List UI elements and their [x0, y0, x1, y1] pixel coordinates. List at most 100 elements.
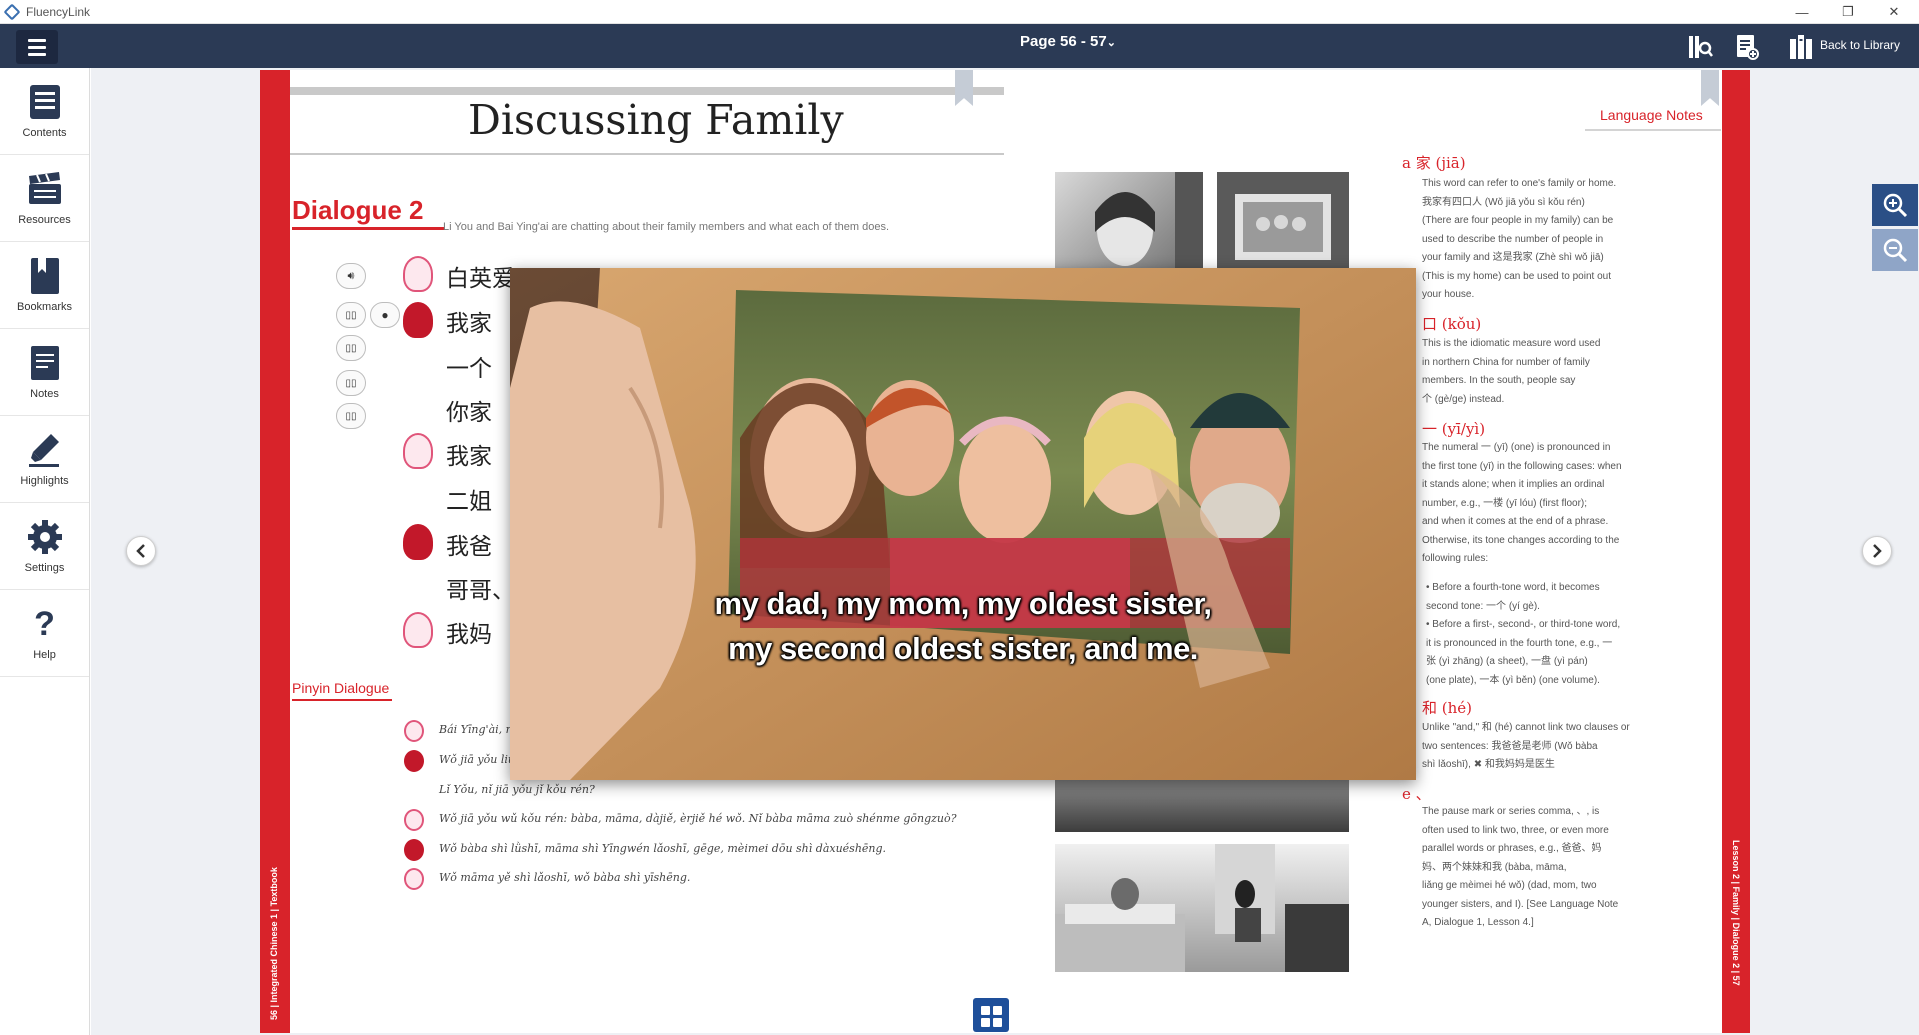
zoom-out-button[interactable] — [1872, 229, 1918, 271]
dialogue-line: 我妈 — [446, 622, 492, 648]
pinyin-line: Wǒ bàba shì lǜshī, māma shì Yīngwén lǎos… — [439, 842, 887, 855]
window-titlebar: FluencyLink — ❐ ✕ — [0, 0, 1919, 24]
dialogue-line: 二姐 — [446, 489, 492, 515]
speaker-icon: 🔊︎ — [347, 269, 355, 282]
search-book-icon — [1689, 36, 1713, 58]
page-grid-button[interactable] — [973, 998, 1009, 1032]
note-heading: e 、 — [1402, 785, 1431, 803]
toggle-text-button-1[interactable]: ▯▯ — [336, 302, 366, 328]
pinyin-line: Lǐ Yǒu, nǐ jiā yǒu jǐ kǒu rén? — [439, 783, 595, 796]
note-heading: a 家 (jiā) — [1402, 154, 1466, 172]
note-text: The numeral 一 (yī) (one) is pronounced i… — [1422, 442, 1622, 564]
note-heading: 口 (kǒu) — [1422, 315, 1482, 333]
toggle-text-button-3[interactable]: ▯▯ — [336, 370, 366, 396]
note-text: The pause mark or series comma, 、, is oft… — [1422, 806, 1619, 928]
note-heading: 和 (hé) — [1422, 699, 1473, 717]
library-icon-button[interactable] — [1782, 30, 1822, 64]
right-strip-text: Lesson 2 | Family | Dialogue 2 | 57 — [1731, 840, 1741, 986]
photo-frame — [1217, 172, 1349, 272]
video-player[interactable]: my dad, my mom, my oldest sister, my sec… — [510, 268, 1416, 780]
dialogue-line: 我家 — [446, 311, 492, 337]
dialogue-line: 我爸 — [446, 534, 492, 560]
book-icon: ▯▯ — [345, 410, 357, 422]
book-icon: ▯▯ — [345, 377, 357, 389]
pinyin-title-underline — [292, 699, 392, 701]
window-title: FluencyLink — [26, 4, 91, 19]
dialogue-line: 哥哥、 — [446, 578, 515, 604]
maximize-button[interactable]: ❐ — [1825, 0, 1871, 24]
note-icon — [27, 344, 63, 382]
page-indicator-label: Page 56 - 57 — [1020, 33, 1107, 50]
title-rule — [290, 153, 1004, 155]
top-toolbar: Page 56 - 57⌄ Back to Library — [0, 24, 1919, 68]
pinyin-line: Wǒ māma yě shì lǎoshī, wǒ bàba shì yīshē… — [439, 871, 691, 884]
dialogue-description: Li You and Bai Ying'ai are chatting abou… — [443, 221, 890, 233]
minimize-button[interactable]: — — [1779, 0, 1825, 24]
page-selector[interactable]: Page 56 - 57⌄ — [1020, 33, 1116, 50]
clapperboard-icon — [27, 170, 63, 208]
left-sidebar: Contents Resources Bookmarks Notes Highl… — [0, 68, 90, 1035]
app-logo-icon — [3, 3, 21, 20]
left-strip-text: 56 | Integrated Chinese 1 | Textbook — [269, 867, 279, 1020]
close-button[interactable]: ✕ — [1871, 0, 1917, 24]
language-notes-rule — [1585, 129, 1721, 131]
toggle-recording-button[interactable]: ● — [370, 302, 400, 328]
dialogue-line: 你家 — [446, 400, 492, 426]
sidebar-item-label: Highlights — [20, 475, 69, 487]
speaker-avatar-bai — [403, 612, 433, 648]
sidebar-item-label: Resources — [18, 214, 71, 226]
zoom-out-icon — [1883, 238, 1908, 263]
sidebar-item-label: Help — [33, 649, 56, 661]
pinyin-line: Wǒ jiā yǒu wǔ kǒu rén: bàba, māma, dàjiě… — [439, 812, 957, 825]
speaker-avatar-li — [404, 839, 424, 861]
play-audio-button[interactable]: 🔊︎ — [336, 263, 366, 289]
help-icon: ? — [34, 604, 55, 643]
add-note-button[interactable] — [1726, 30, 1766, 64]
contents-icon — [27, 83, 63, 121]
note-heading: 一 (yī/yì) — [1422, 420, 1486, 438]
dialogue-title: Dialogue 2 — [292, 195, 424, 225]
language-notes-heading: Language Notes — [1600, 107, 1703, 123]
sidebar-item-resources[interactable]: Resources — [0, 155, 89, 242]
sidebar-item-contents[interactable]: Contents — [0, 68, 89, 155]
dialogue-line: 一个 — [446, 356, 492, 382]
sidebar-item-help[interactable]: ? Help — [0, 590, 89, 677]
previous-page-button[interactable] — [126, 536, 156, 566]
hamburger-menu-button[interactable] — [16, 30, 58, 64]
sidebar-item-settings[interactable]: Settings — [0, 503, 89, 590]
speaker-avatar-bai — [404, 868, 424, 890]
record-icon: ● — [381, 308, 389, 322]
note-text: This is the idiomatic measure word used i… — [1422, 338, 1601, 405]
sidebar-item-highlights[interactable]: Highlights — [0, 416, 89, 503]
chevron-right-icon — [1873, 544, 1882, 558]
sidebar-item-label: Contents — [22, 127, 67, 139]
next-page-button[interactable] — [1862, 536, 1892, 566]
video-subtitle-line-1: my dad, my mom, my oldest sister, — [714, 586, 1212, 621]
toggle-text-button-4[interactable]: ▯▯ — [336, 403, 366, 429]
note-text: Unlike "and," 和 (hé) cannot link two cla… — [1422, 722, 1630, 770]
speaker-avatar-li — [404, 750, 424, 772]
bookmark-icon — [27, 257, 63, 295]
chevron-down-icon: ⌄ — [1106, 37, 1116, 49]
header-rule — [290, 87, 1004, 95]
grid-icon — [981, 1006, 990, 1015]
toggle-text-button-2[interactable]: ▯▯ — [336, 335, 366, 361]
note-bullets: • Before a fourth-tone word, it becomes … — [1426, 582, 1621, 686]
note-text: This word can refer to one's family or h… — [1422, 178, 1617, 300]
sidebar-item-notes[interactable]: Notes — [0, 329, 89, 416]
pinyin-line: Bái Yīng'ài, nǐ — [439, 723, 517, 736]
zoom-in-button[interactable] — [1872, 184, 1918, 226]
speaker-avatar-li — [403, 524, 433, 560]
photo-bedroom — [1055, 844, 1349, 972]
photo-strip — [1055, 780, 1349, 832]
right-page-strip: Lesson 2 | Family | Dialogue 2 | 57 — [1722, 70, 1750, 1033]
sidebar-item-bookmarks[interactable]: Bookmarks — [0, 242, 89, 329]
back-to-library-link[interactable]: Back to Library — [1820, 38, 1900, 52]
gear-icon — [27, 518, 63, 556]
speaker-avatar-bai — [403, 256, 433, 292]
dialogue-title-underline — [292, 227, 444, 230]
search-library-button[interactable] — [1680, 30, 1720, 64]
speaker-avatar-li — [403, 302, 433, 338]
speaker-avatar-bai — [404, 809, 424, 831]
page-title: Discussing Family — [468, 96, 844, 144]
